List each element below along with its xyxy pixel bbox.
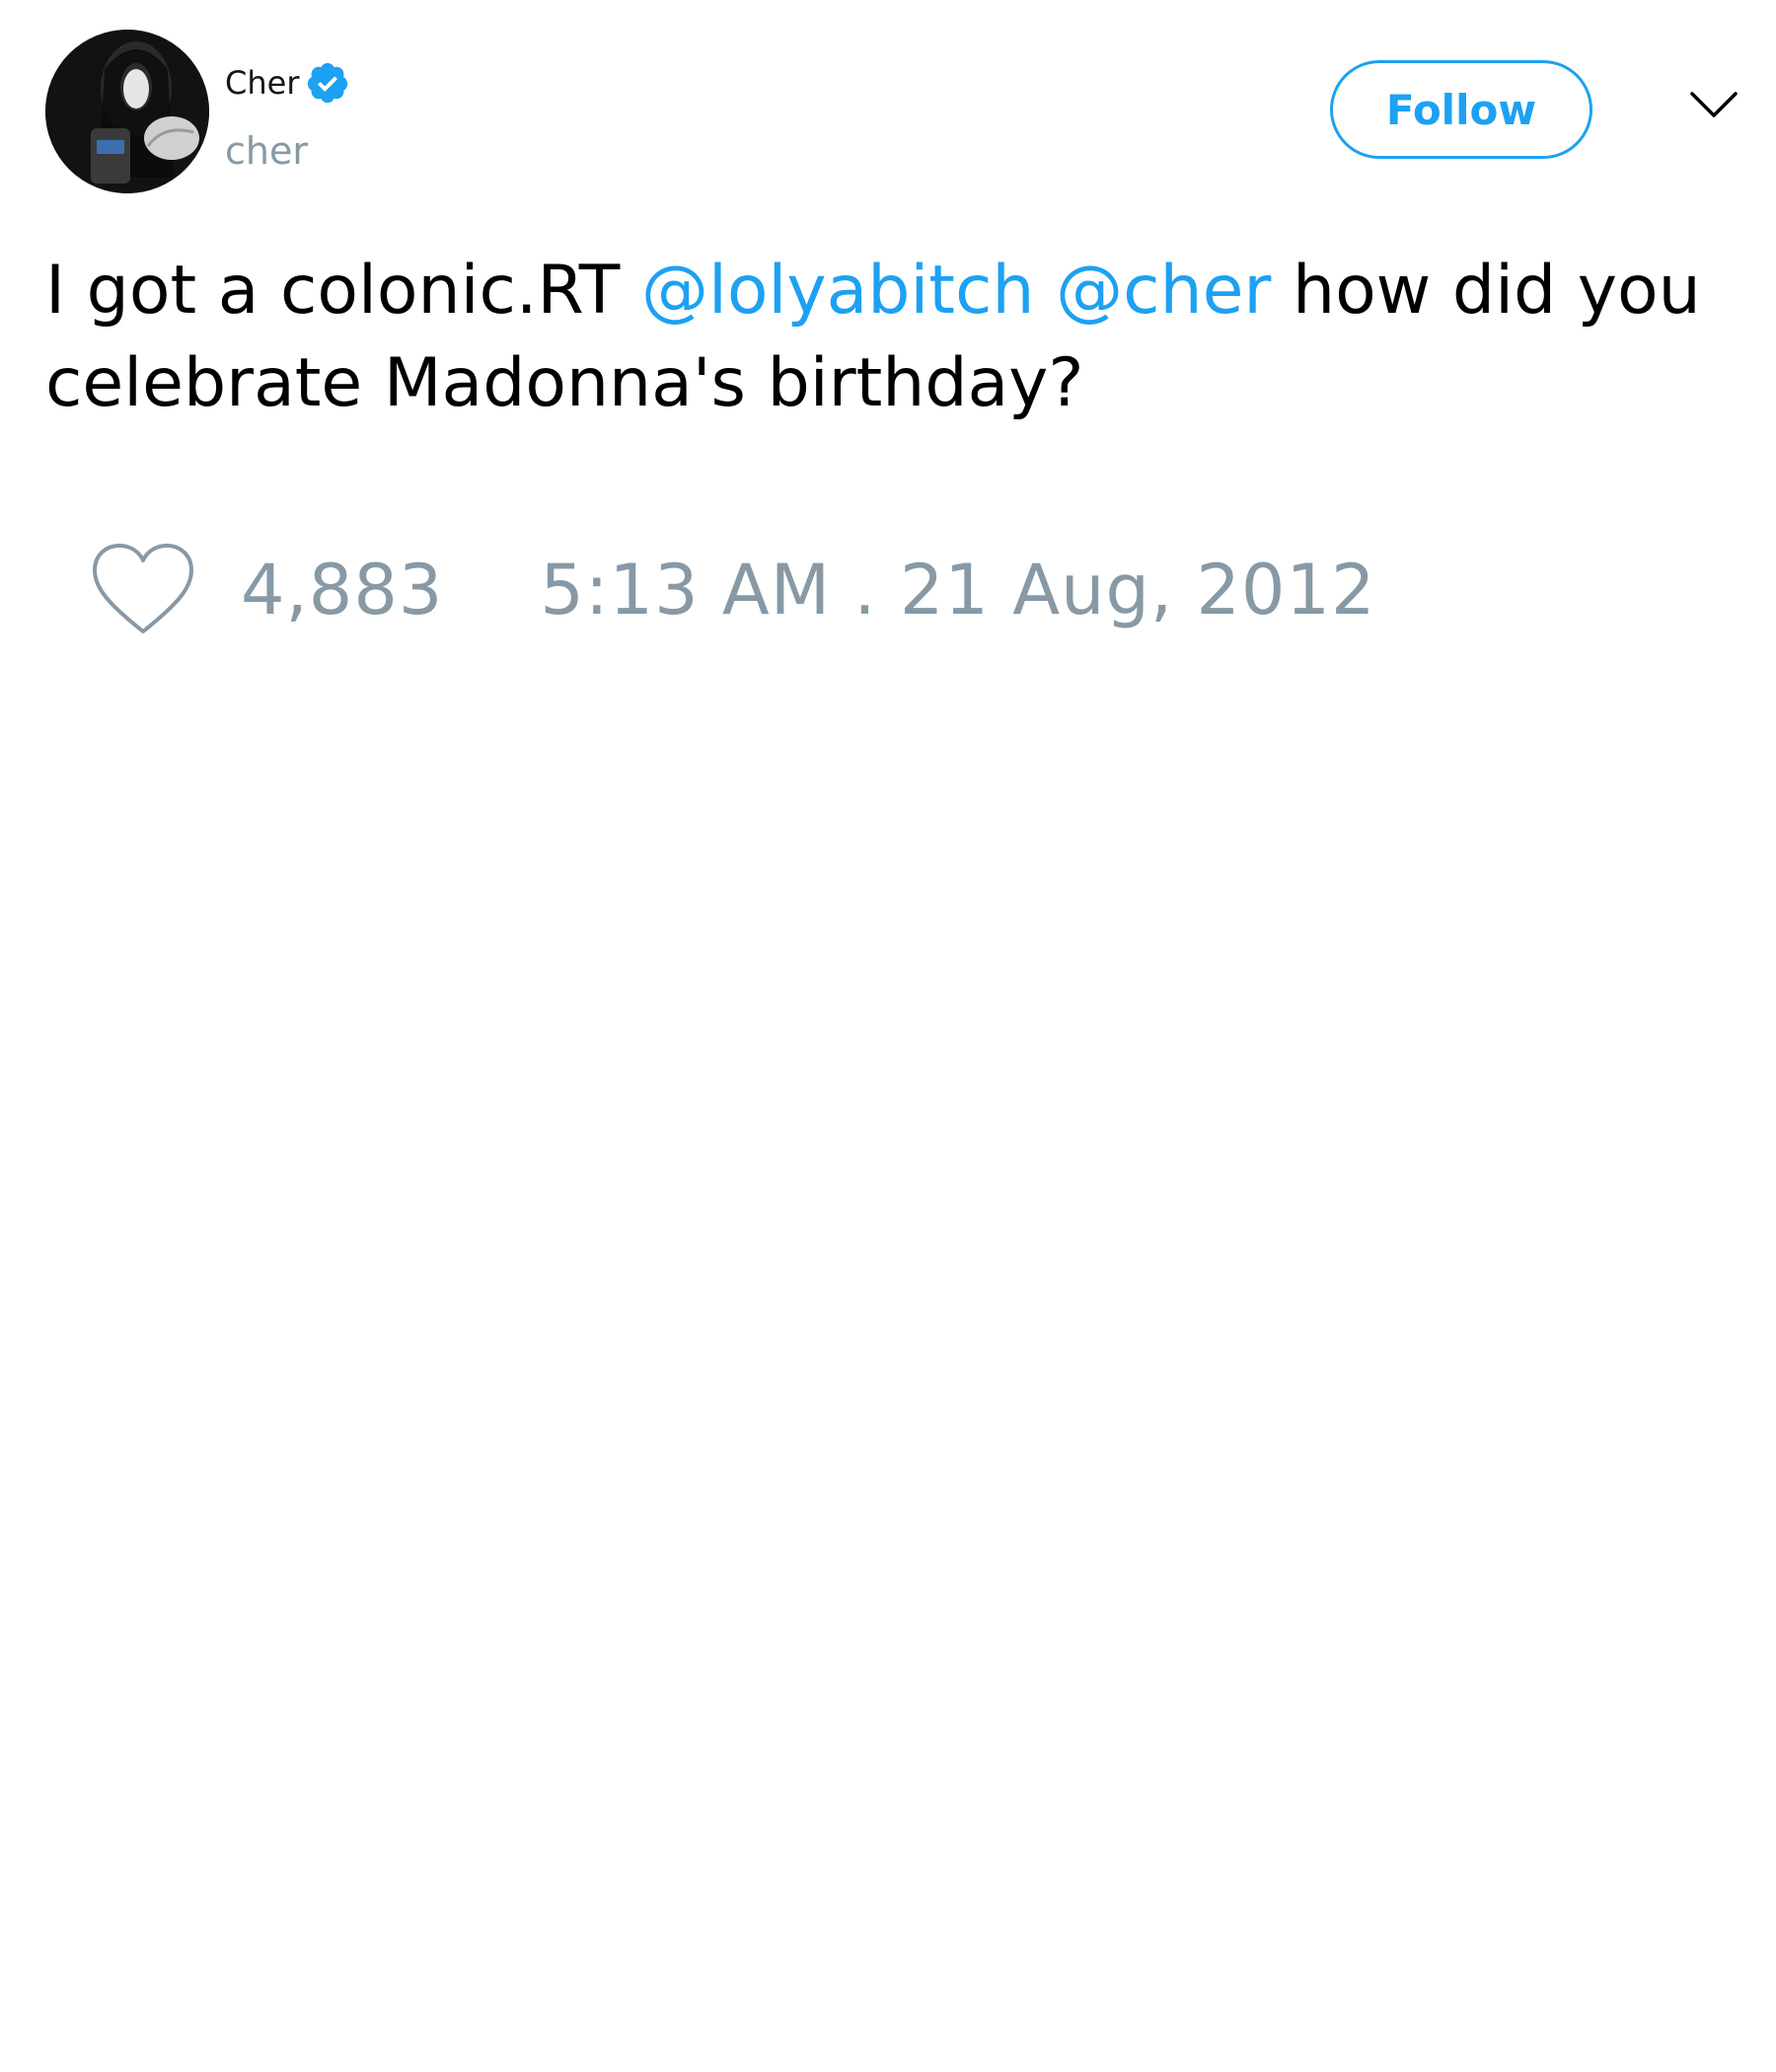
avatar[interactable] — [45, 30, 209, 193]
heart-icon[interactable] — [89, 541, 197, 639]
tweet-text: I got a colonic.RT @lolyabitch @cher how… — [45, 245, 1752, 430]
mention-cher[interactable]: @cher — [1056, 252, 1271, 330]
avatar-image — [45, 30, 209, 193]
tweet-timestamp[interactable]: 5:13 AM . 21 Aug, 2012 — [540, 550, 1375, 630]
display-name[interactable]: Cher — [225, 61, 299, 105]
tweet-footer: 4,883 5:13 AM . 21 Aug, 2012 — [89, 541, 1376, 639]
display-name-row: Cher — [225, 61, 350, 105]
user-handle[interactable]: cher — [225, 126, 308, 176]
follow-button[interactable]: Follow — [1330, 60, 1592, 159]
tweet-text-space — [1034, 252, 1056, 330]
chevron-down-icon[interactable] — [1689, 89, 1739, 120]
tweet-text-prefix: I got a colonic.RT — [45, 252, 641, 330]
verified-badge-icon — [308, 62, 348, 104]
like-count: 4,883 — [241, 550, 444, 630]
mention-lolyabitch[interactable]: @lolyabitch — [641, 252, 1035, 330]
